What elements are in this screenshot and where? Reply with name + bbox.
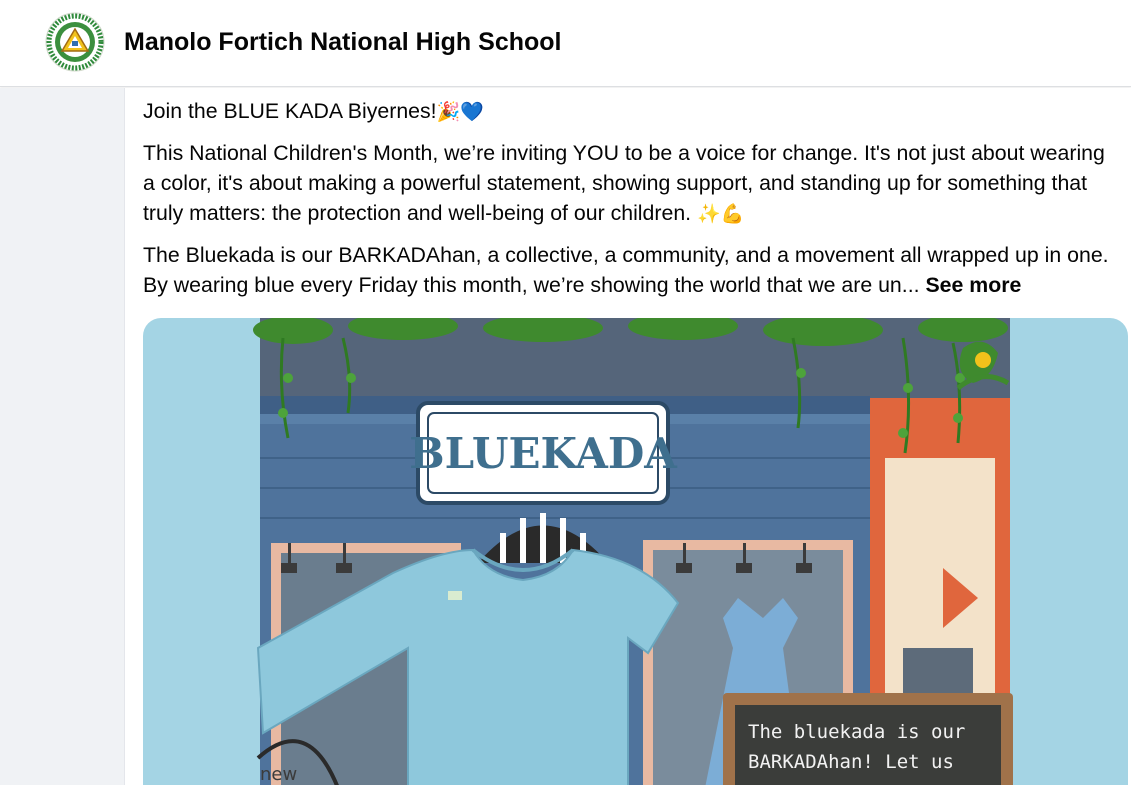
post-message: Join the BLUE KADA Biyernes!🎉💙 This Nati… <box>143 96 1118 311</box>
party-heart-emoji-icon: 🎉💙 <box>436 101 484 123</box>
school-seal-logo-icon[interactable] <box>45 12 105 72</box>
post-paragraph-1: Join the BLUE KADA Biyernes!🎉💙 <box>143 96 1118 127</box>
left-rail <box>0 88 125 785</box>
page-name-link[interactable]: Manolo Fortich National High School <box>124 28 562 57</box>
bluekada-sign-text: BLUEKADA <box>409 429 678 478</box>
page-header: Manolo Fortich National High School <box>0 0 1131 87</box>
post-image[interactable]: BLUEKADA The bluekada is our BARKADAhan!… <box>143 318 1128 785</box>
post-paragraph-2-text: This National Children's Month, we’re in… <box>143 141 1105 225</box>
chalkboard-line-1: The bluekada is our <box>748 721 965 743</box>
sparkles-muscle-emoji-icon: ✨💪 <box>697 203 745 225</box>
see-more-link[interactable]: See more <box>925 273 1021 297</box>
chalkboard-line-2: BARKADAhan! Let us <box>748 751 954 773</box>
new-tag-text: new <box>260 764 297 785</box>
post-paragraph-1-text: Join the BLUE KADA Biyernes! <box>143 99 437 123</box>
post-paragraph-3: The Bluekada is our BARKADAhan, a collec… <box>143 240 1118 300</box>
post-paragraph-2: This National Children's Month, we’re in… <box>143 138 1118 229</box>
